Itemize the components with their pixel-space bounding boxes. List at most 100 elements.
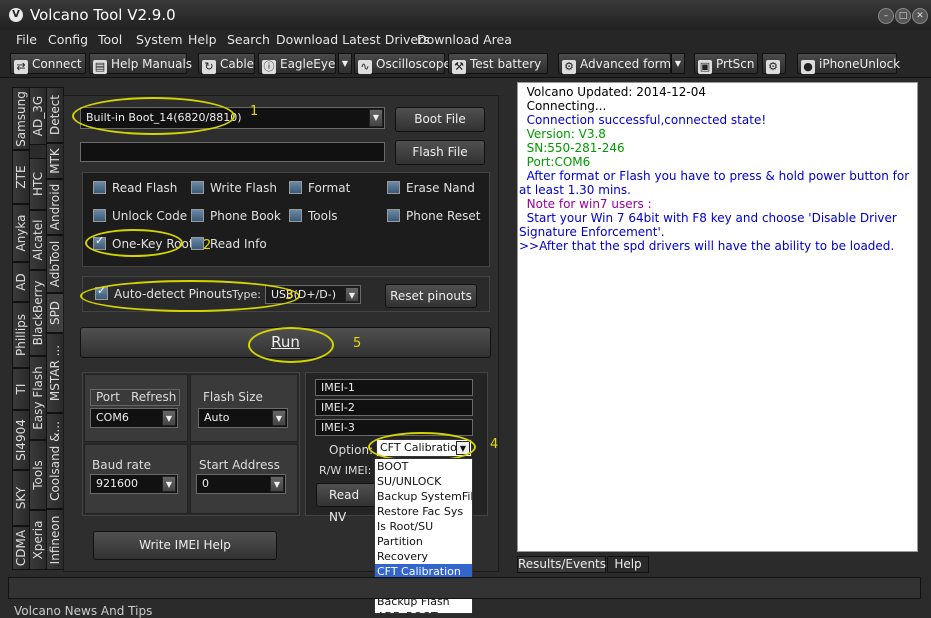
test-battery-button[interactable]: ⚒ Test battery [448, 53, 548, 74]
tab-anyka[interactable]: Anyka [12, 204, 30, 262]
tab-samsung[interactable]: Samsung [12, 87, 30, 150]
boot-file-button[interactable]: Boot File [395, 107, 485, 132]
log-line: Note for win7 users : [519, 197, 652, 211]
menu-file[interactable]: File [16, 32, 37, 47]
phone-reset-checkbox[interactable]: Phone Reset [387, 209, 481, 223]
window-title: Volcano Tool V2.9.0 [30, 6, 176, 24]
log-line: Port:COM6 [519, 155, 591, 169]
connect-button[interactable]: ⇄ Connect [10, 53, 86, 74]
screenshot-icon: ▣ [698, 60, 712, 74]
imei-1-input[interactable]: IMEI-1 [315, 379, 473, 396]
tab-alcatel[interactable]: Alcatel [29, 210, 47, 270]
eagleeye-button[interactable]: ⓘ EagleEye [258, 53, 336, 74]
menu-tool[interactable]: Tool [98, 32, 122, 47]
tab-adbtool[interactable]: AdbTool [46, 235, 64, 293]
tab-tools[interactable]: Tools [29, 440, 47, 510]
menu-search[interactable]: Search [227, 32, 270, 47]
write-imei-help-button[interactable]: Write IMEI Help [93, 531, 277, 560]
maximize-button[interactable]: □ [895, 8, 911, 24]
log-line: SN:550-281-246 [519, 141, 625, 155]
port-select[interactable]: COM6 ▼ [90, 408, 178, 428]
connect-icon: ⇄ [14, 60, 28, 74]
settings-button[interactable]: ⚙ [762, 53, 786, 74]
oscilloscope-button[interactable]: ∿ Oscilloscope [354, 53, 451, 74]
menu-download-area[interactable]: Download Area [417, 32, 512, 47]
write-flash-checkbox[interactable]: Write Flash [191, 181, 277, 195]
tab-cdma[interactable]: CDMA [12, 526, 30, 570]
tab-zte[interactable]: ZTE [12, 150, 30, 204]
reset-pinouts-button[interactable]: Reset pinouts [385, 284, 477, 308]
refresh-label[interactable]: Refresh [131, 390, 176, 404]
tab-ti[interactable]: TI [12, 368, 30, 410]
tab-easy-flash[interactable]: Easy Flash [29, 356, 47, 440]
unlock-code-checkbox[interactable]: Unlock Code [93, 209, 187, 223]
menu-config[interactable]: Config [48, 32, 88, 47]
rw-imei-label: R/W IMEI: [319, 464, 372, 477]
menu-help[interactable]: Help [188, 32, 217, 47]
toolbar: ⇄ Connect ▤ Help Manuals ↻ Cable ⓘ EagleEye … [0, 50, 931, 78]
flash-file-button[interactable]: Flash File [395, 140, 485, 165]
option-list-item[interactable]: Recovery [375, 549, 472, 564]
chevron-down-icon: ▼ [272, 410, 286, 426]
start-address-select[interactable]: 0 ▼ [196, 474, 286, 494]
log-line: >>After that the spd drivers will have t… [519, 239, 895, 253]
flash-size-select[interactable]: Auto ▼ [198, 408, 288, 428]
tab-htc-2[interactable]: HTC [29, 158, 47, 210]
option-list-item[interactable]: SU/UNLOCK [375, 474, 472, 489]
format-checkbox[interactable]: Format [289, 181, 350, 195]
advanced-form-button[interactable]: ⚙ Advanced form [558, 53, 671, 74]
tab-blackberry[interactable]: BlackBerry [29, 270, 47, 356]
tab-xperia[interactable]: Xperia [29, 510, 47, 570]
prtscn-button[interactable]: ▣ PrtScn [694, 53, 758, 74]
iphoneunlock-button[interactable]: ● iPhoneUnlock [797, 53, 900, 74]
tab-coolsand[interactable]: Coolsand &... [46, 413, 64, 509]
read-flash-checkbox[interactable]: Read Flash [93, 181, 177, 195]
tab-detect[interactable]: Detect [46, 87, 64, 143]
tab-help[interactable]: Help [607, 556, 649, 573]
baud-rate-label: Baud rate [92, 458, 151, 472]
tab-phillips[interactable]: Phillips [12, 302, 30, 368]
erase-nand-checkbox[interactable]: Erase Nand [387, 181, 475, 195]
cable-icon: ↻ [202, 60, 216, 74]
tools-checkbox[interactable]: Tools [289, 209, 338, 223]
annotation-number-2: 2 [203, 238, 212, 253]
option-list-item[interactable]: Backup SystemFile [375, 489, 472, 504]
log-line: After format or Flash you have to press … [519, 169, 913, 197]
help-manuals-button[interactable]: ▤ Help Manuals [89, 53, 192, 74]
tab-si4904[interactable]: SI4904 [12, 410, 30, 470]
results-log: Volcano Updated: 2014-12-04 Connecting..… [517, 82, 918, 552]
baud-rate-select[interactable]: 921600 ▼ [90, 474, 178, 494]
eagleeye-dropdown-icon[interactable]: ▼ [338, 53, 352, 74]
option-list-item[interactable]: Restore Fac Sys [375, 504, 472, 519]
start-address-label: Start Address [199, 458, 280, 472]
tab-ad[interactable]: AD [12, 262, 30, 302]
option-list-item[interactable]: Is Root/SU [375, 519, 472, 534]
annotation-ellipse-2 [85, 229, 183, 257]
menu-download-drivers[interactable]: Download Latest Drivers [276, 32, 430, 47]
option-list-item[interactable]: BOOT [375, 459, 472, 474]
wrench-icon: ⚒ [452, 60, 466, 74]
log-line: Connection successful,connected state! [519, 113, 767, 127]
tab-android[interactable]: Android [46, 179, 64, 235]
advanced-form-dropdown-icon[interactable]: ▼ [671, 53, 685, 74]
tab-spd[interactable]: SPD [46, 293, 64, 333]
tab-results-events[interactable]: Results/Events [517, 556, 606, 573]
tab-infineon[interactable]: Infineon [46, 509, 64, 570]
menu-system[interactable]: System [136, 32, 183, 47]
phone-book-checkbox[interactable]: Phone Book [191, 209, 281, 223]
close-button[interactable]: ✕ [912, 8, 928, 24]
log-line: Connecting... [519, 99, 607, 113]
tab-mtk[interactable]: MTK [46, 143, 64, 179]
imei-2-input[interactable]: IMEI-2 [315, 399, 473, 416]
tab-sky[interactable]: SKY [12, 470, 30, 526]
minimize-button[interactable]: – [878, 8, 894, 24]
tab-ad-3g[interactable]: AD_3G [29, 87, 47, 145]
flash-file-input[interactable] [80, 142, 385, 162]
settings-gear-icon: ⚙ [766, 60, 780, 74]
tab-mstar[interactable]: MSTAR ... [46, 333, 64, 413]
volcano-logo-icon: V [9, 8, 23, 22]
option-list-item[interactable]: Partition [375, 534, 472, 549]
cable-button[interactable]: ↻ Cable [198, 53, 255, 74]
option-list-item[interactable]: ADB_ROOT [375, 609, 472, 613]
read-nv-button[interactable]: Read NV [316, 483, 376, 524]
